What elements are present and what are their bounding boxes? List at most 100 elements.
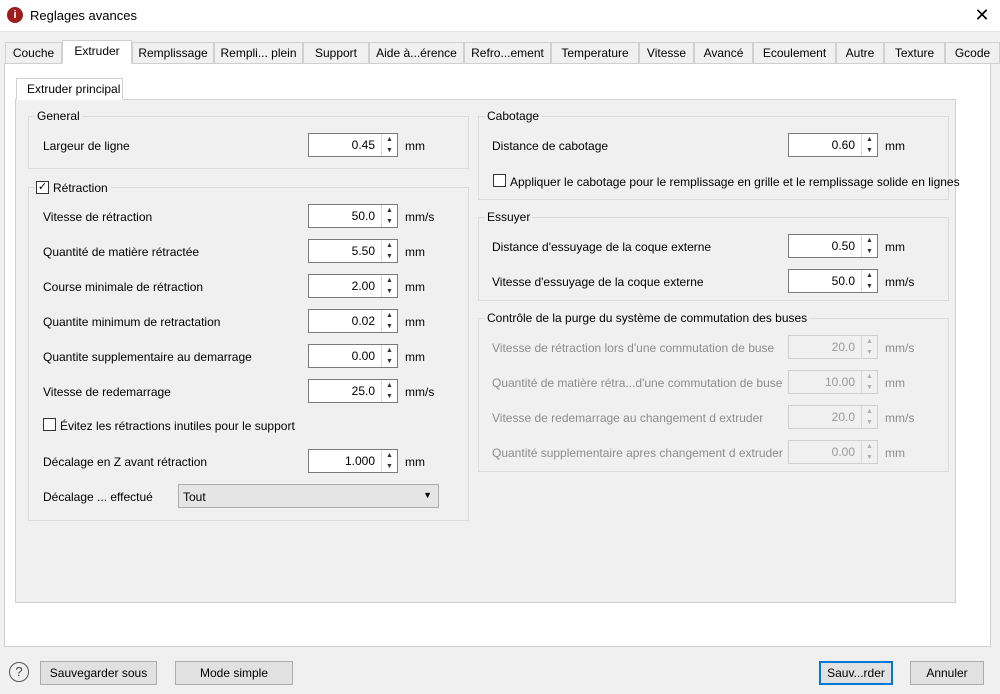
tab-temperature[interactable]: Temperature — [551, 42, 639, 64]
spin-down-icon[interactable]: ▼ — [862, 145, 877, 156]
spin-up-icon[interactable]: ▲ — [862, 441, 877, 452]
line-width-spinbox[interactable]: 0.45 ▲ ▼ — [308, 133, 398, 157]
extra-prime-spinbox[interactable]: 0.00 ▲ ▼ — [308, 344, 398, 368]
line-width-label: Largeur de ligne — [43, 139, 130, 153]
retract-speed-label: Vitesse de rétraction — [43, 210, 153, 224]
retraction-checkbox[interactable]: ✓ — [36, 181, 49, 194]
save-as-button[interactable]: Sauvegarder sous — [40, 661, 157, 685]
tab-avance[interactable]: Avancé — [694, 42, 753, 64]
spin-up-icon[interactable]: ▲ — [382, 134, 397, 145]
title-bar: i Reglages avances ✕ — [0, 0, 1000, 32]
chevron-down-icon: ▼ — [423, 490, 432, 500]
retract-min-travel-spinbox[interactable]: 2.00 ▲ ▼ — [308, 274, 398, 298]
spin-up-icon[interactable]: ▲ — [382, 205, 397, 216]
retract-min-amount-label: Quantite minimum de retractation — [43, 315, 221, 329]
retract-min-amount-unit: mm — [405, 315, 425, 329]
avoid-support-label: Évitez les rétractions inutiles pour le … — [60, 419, 295, 433]
spin-down-icon[interactable]: ▼ — [382, 391, 397, 402]
tab-bar: Couche Extruder Remplissage Rempli... pl… — [5, 40, 1000, 64]
prime-speed-label: Vitesse de redemarrage — [43, 385, 171, 399]
spin-down-icon[interactable]: ▼ — [382, 286, 397, 297]
prime-speed-unit: mm/s — [405, 385, 435, 399]
tab-ecoulement[interactable]: Ecoulement — [753, 42, 836, 64]
spin-down-icon[interactable]: ▼ — [862, 281, 877, 292]
general-title: General — [35, 109, 82, 123]
spin-down-icon[interactable]: ▼ — [862, 382, 877, 393]
tab-vitesse[interactable]: Vitesse — [639, 42, 694, 64]
close-icon[interactable]: ✕ — [972, 5, 992, 25]
save-button[interactable]: Sauv...rder — [819, 661, 893, 685]
spin-down-icon[interactable]: ▼ — [382, 216, 397, 227]
tab-texture[interactable]: Texture — [884, 42, 945, 64]
tab-gcode[interactable]: Gcode — [945, 42, 1000, 64]
window-title: Reglages avances — [30, 8, 137, 23]
tab-autre[interactable]: Autre — [836, 42, 884, 64]
switch-retract-amount-unit: mm — [885, 376, 905, 390]
switch-prime-speed-spinbox[interactable]: 20.0 ▲ ▼ — [788, 405, 878, 429]
tab-refroidissement[interactable]: Refro...ement — [464, 42, 551, 64]
help-icon[interactable]: ? — [9, 662, 29, 682]
subtab-extruder-principal[interactable]: Extruder principal — [16, 78, 123, 100]
switch-extra-prime-label: Quantité supplementaire apres changement… — [492, 446, 783, 460]
z-offset-label: Décalage en Z avant rétraction — [43, 455, 208, 469]
switch-prime-speed-unit: mm/s — [885, 411, 915, 425]
spin-up-icon[interactable]: ▲ — [862, 134, 877, 145]
retraction-title: Rétraction — [50, 181, 111, 195]
spin-up-icon[interactable]: ▲ — [862, 406, 877, 417]
extra-prime-unit: mm — [405, 350, 425, 364]
spin-down-icon[interactable]: ▼ — [862, 417, 877, 428]
spin-up-icon[interactable]: ▲ — [382, 275, 397, 286]
spin-down-icon[interactable]: ▼ — [862, 347, 877, 358]
coasting-distance-spinbox[interactable]: 0.60 ▲ ▼ — [788, 133, 878, 157]
spin-down-icon[interactable]: ▼ — [382, 321, 397, 332]
app-logo-icon: i — [7, 7, 23, 23]
coasting-infill-label: Appliquer le cabotage pour le remplissag… — [510, 175, 960, 189]
extra-prime-label: Quantite supplementaire au demarrage — [43, 350, 252, 364]
offset-done-dropdown[interactable]: Tout ▼ — [178, 484, 439, 508]
avoid-support-checkbox[interactable] — [43, 418, 56, 431]
retract-min-amount-spinbox[interactable]: 0.02 ▲ ▼ — [308, 309, 398, 333]
switch-retract-speed-unit: mm/s — [885, 341, 915, 355]
wipe-distance-label: Distance d'essuyage de la coque externe — [492, 240, 712, 254]
retract-amount-label: Quantité de matière rétractée — [43, 245, 200, 259]
coasting-infill-checkbox[interactable] — [493, 174, 506, 187]
spin-down-icon[interactable]: ▼ — [382, 145, 397, 156]
spin-up-icon[interactable]: ▲ — [862, 235, 877, 246]
tab-couche[interactable]: Couche — [5, 42, 62, 64]
simple-mode-button[interactable]: Mode simple — [175, 661, 293, 685]
wipe-speed-spinbox[interactable]: 50.0 ▲ ▼ — [788, 269, 878, 293]
retract-amount-unit: mm — [405, 245, 425, 259]
tab-extruder[interactable]: Extruder — [62, 40, 132, 64]
spin-up-icon[interactable]: ▲ — [862, 371, 877, 382]
cancel-button[interactable]: Annuler — [910, 661, 984, 685]
spin-up-icon[interactable]: ▲ — [382, 380, 397, 391]
tab-support[interactable]: Support — [303, 42, 369, 64]
spin-up-icon[interactable]: ▲ — [382, 345, 397, 356]
spin-down-icon[interactable]: ▼ — [382, 251, 397, 262]
spin-down-icon[interactable]: ▼ — [862, 452, 877, 463]
switch-retract-speed-spinbox[interactable]: 20.0 ▲ ▼ — [788, 335, 878, 359]
switch-extra-prime-spinbox[interactable]: 0.00 ▲ ▼ — [788, 440, 878, 464]
tab-remplissage-plein[interactable]: Rempli... plein — [214, 42, 303, 64]
z-offset-unit: mm — [405, 455, 425, 469]
spin-up-icon[interactable]: ▲ — [862, 270, 877, 281]
spin-up-icon[interactable]: ▲ — [382, 310, 397, 321]
nozzle-switch-title: Contrôle de la purge du système de commu… — [485, 311, 810, 325]
switch-extra-prime-unit: mm — [885, 446, 905, 460]
coasting-title: Cabotage — [485, 109, 542, 123]
spin-down-icon[interactable]: ▼ — [862, 246, 877, 257]
tab-remplissage[interactable]: Remplissage — [132, 42, 214, 64]
retract-speed-spinbox[interactable]: 50.0 ▲ ▼ — [308, 204, 398, 228]
prime-speed-spinbox[interactable]: 25.0 ▲ ▼ — [308, 379, 398, 403]
wipe-distance-spinbox[interactable]: 0.50 ▲ ▼ — [788, 234, 878, 258]
spin-up-icon[interactable]: ▲ — [382, 240, 397, 251]
tab-aide-adherence[interactable]: Aide à...érence — [369, 42, 464, 64]
spin-up-icon[interactable]: ▲ — [382, 450, 397, 461]
wipe-title: Essuyer — [485, 210, 533, 224]
retract-amount-spinbox[interactable]: 5.50 ▲ ▼ — [308, 239, 398, 263]
spin-down-icon[interactable]: ▼ — [382, 356, 397, 367]
spin-down-icon[interactable]: ▼ — [382, 461, 397, 472]
switch-retract-amount-spinbox[interactable]: 10.00 ▲ ▼ — [788, 370, 878, 394]
z-offset-spinbox[interactable]: 1.000 ▲ ▼ — [308, 449, 398, 473]
spin-up-icon[interactable]: ▲ — [862, 336, 877, 347]
